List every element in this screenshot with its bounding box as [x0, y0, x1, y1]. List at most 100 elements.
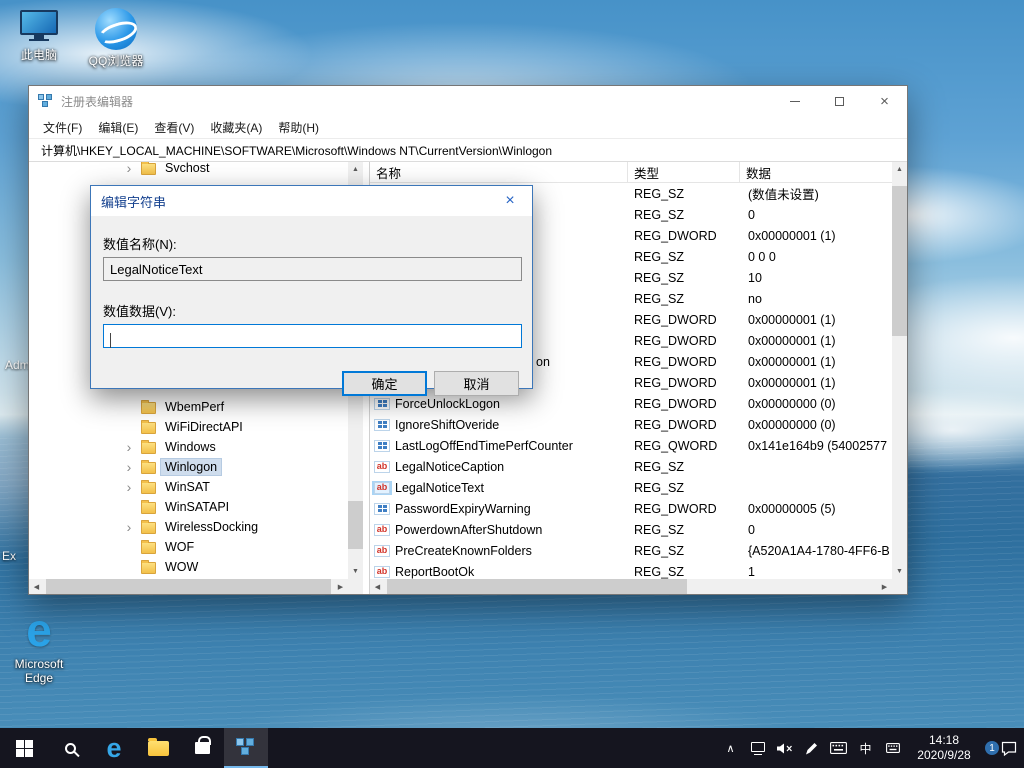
scroll-down-icon[interactable]: ▼ [348, 564, 363, 579]
close-button[interactable]: × [862, 86, 907, 116]
value-data: 0x00000000 (0) [740, 418, 892, 432]
store-taskbar-button[interactable] [180, 728, 224, 768]
registry-value-row[interactable]: PasswordExpiryWarningREG_DWORD0x00000005… [370, 498, 892, 519]
menu-bar: 文件(F) 编辑(E) 查看(V) 收藏夹(A) 帮助(H) [29, 116, 907, 138]
registry-value-row[interactable]: abLegalNoticeTextREG_SZ [370, 477, 892, 498]
folder-icon [141, 442, 156, 454]
desktop-icon-label-fragment: Ex [2, 549, 16, 563]
dialog-close-button[interactable]: × [488, 186, 532, 216]
close-icon: × [505, 192, 514, 210]
registry-value-row[interactable]: abLegalNoticeCaptionREG_SZ [370, 456, 892, 477]
value-name-input[interactable] [103, 257, 522, 281]
tree-item-winsatapi[interactable]: WinSATAPI [29, 498, 348, 518]
menu-item-help[interactable]: 帮助(H) [270, 117, 327, 138]
column-header-name[interactable]: 名称 [370, 162, 628, 182]
desktop-icon-this-pc[interactable]: 此电脑 [2, 10, 76, 62]
ok-button[interactable]: 确定 [342, 371, 427, 396]
registry-value-row[interactable]: abPowerdownAfterShutdownREG_SZ0 [370, 519, 892, 540]
value-type: REG_SZ [628, 544, 740, 558]
action-center-button[interactable]: 1 [982, 728, 1024, 768]
value-data: 0x00000001 (1) [740, 355, 892, 369]
maximize-icon [835, 97, 844, 106]
tree-item-wirelessdocking[interactable]: ›WirelessDocking [29, 518, 348, 538]
volume-tray-button[interactable] [771, 728, 798, 768]
column-header-type[interactable]: 类型 [628, 162, 740, 182]
network-tray-button[interactable] [744, 728, 771, 768]
this-pc-icon [19, 10, 59, 44]
address-bar[interactable]: 计算机\HKEY_LOCAL_MACHINE\SOFTWARE\Microsof… [29, 138, 907, 162]
search-button[interactable] [48, 728, 92, 768]
menu-item-favorites[interactable]: 收藏夹(A) [202, 117, 270, 138]
dialog-titlebar[interactable]: 编辑字符串 × [91, 186, 532, 216]
touch-keyboard-button[interactable] [825, 728, 852, 768]
text-caret [110, 333, 111, 348]
value-data: no [740, 292, 892, 306]
file-explorer-taskbar-button[interactable] [136, 728, 180, 768]
tree-item-wifidirectapi[interactable]: WiFiDirectAPI [29, 418, 348, 438]
scrollbar-thumb[interactable] [46, 579, 331, 594]
menu-item-edit[interactable]: 编辑(E) [90, 117, 146, 138]
value-name: ReportBootOk [395, 565, 474, 579]
list-horizontal-scrollbar[interactable]: ◀ ▶ [370, 579, 892, 594]
cancel-button[interactable]: 取消 [434, 371, 519, 396]
tree-item-svchost[interactable]: › Svchost [29, 162, 348, 179]
tree-horizontal-scrollbar[interactable]: ◀ ▶ [29, 579, 348, 594]
string-value-icon: ab [374, 545, 390, 557]
minimize-button[interactable] [772, 86, 817, 116]
ime-indicator[interactable]: 中 [852, 728, 879, 768]
taskbar-clock[interactable]: 14:18 2020/9/28 [906, 728, 982, 768]
desktop-icon-qq-browser[interactable]: QQ浏览器 [79, 8, 153, 68]
scrollbar-thumb[interactable] [387, 579, 687, 594]
registry-value-row[interactable]: LastLogOffEndTimePerfCounterREG_QWORD0x1… [370, 435, 892, 456]
list-vertical-scrollbar[interactable]: ▲ ▼ [892, 162, 907, 579]
scroll-left-icon[interactable]: ◀ [370, 579, 385, 594]
input-method-keyboard-button[interactable] [879, 728, 906, 768]
scroll-down-icon[interactable]: ▼ [892, 564, 907, 579]
expand-arrow-icon[interactable]: › [123, 438, 135, 457]
scroll-right-icon[interactable]: ▶ [333, 579, 348, 594]
regedit-taskbar-button[interactable] [224, 728, 268, 768]
desktop-icon-label: QQ浏览器 [89, 54, 144, 68]
value-type: REG_SZ [628, 481, 740, 495]
edge-taskbar-button[interactable]: e [92, 728, 136, 768]
scrollbar-thumb[interactable] [348, 501, 363, 549]
menu-item-file[interactable]: 文件(F) [35, 117, 90, 138]
edit-string-dialog: 编辑字符串 × 数值名称(N): 数值数据(V): 确定 取消 [90, 185, 533, 389]
expand-arrow-icon[interactable]: › [123, 458, 135, 477]
registry-value-row[interactable]: abReportBootOkREG_SZ1 [370, 561, 892, 579]
tree-item-wof[interactable]: WOF [29, 538, 348, 558]
desktop-icon-label-fragment: Adm [5, 358, 30, 372]
registry-value-row[interactable]: IgnoreShiftOverideREG_DWORD0x00000000 (0… [370, 414, 892, 435]
registry-value-row[interactable]: abPreCreateKnownFoldersREG_SZ{A520A1A4-1… [370, 540, 892, 561]
folder-icon [141, 482, 156, 494]
string-value-icon: ab [374, 524, 390, 536]
tray-expand-button[interactable]: ∧ [717, 728, 744, 768]
desktop-icon-edge[interactable]: e Microsoft Edge [2, 607, 76, 686]
scroll-left-icon[interactable]: ◀ [29, 579, 44, 594]
expand-arrow-icon[interactable]: › [123, 162, 135, 178]
tree-item-wow[interactable]: WOW [29, 558, 348, 578]
maximize-button[interactable] [817, 86, 862, 116]
tree-item-windows[interactable]: ›Windows [29, 438, 348, 458]
scroll-up-icon[interactable]: ▲ [348, 162, 363, 177]
ink-workspace-button[interactable] [798, 728, 825, 768]
scrollbar-thumb[interactable] [892, 186, 907, 336]
value-type: REG_DWORD [628, 355, 740, 369]
tree-item-label: Svchost [161, 162, 213, 176]
scroll-right-icon[interactable]: ▶ [877, 579, 892, 594]
value-type: REG_SZ [628, 523, 740, 537]
value-data-input[interactable] [103, 324, 522, 348]
value-data: 0 0 0 [740, 250, 892, 264]
menu-item-view[interactable]: 查看(V) [146, 117, 202, 138]
start-button[interactable] [0, 728, 48, 768]
desktop: 此电脑 QQ浏览器 e Microsoft Edge Adm Ex 注册表编辑器… [0, 0, 1024, 768]
tree-item-winlogon[interactable]: ›Winlogon [29, 458, 348, 478]
column-header-data[interactable]: 数据 [740, 162, 892, 182]
window-titlebar[interactable]: 注册表编辑器 × [29, 86, 907, 116]
value-name-label: 数值名称(N): [103, 234, 520, 253]
scroll-up-icon[interactable]: ▲ [892, 162, 907, 177]
expand-arrow-icon[interactable]: › [123, 478, 135, 497]
tree-item-winsat[interactable]: ›WinSAT [29, 478, 348, 498]
expand-arrow-icon[interactable]: › [123, 518, 135, 537]
value-type: REG_SZ [628, 208, 740, 222]
